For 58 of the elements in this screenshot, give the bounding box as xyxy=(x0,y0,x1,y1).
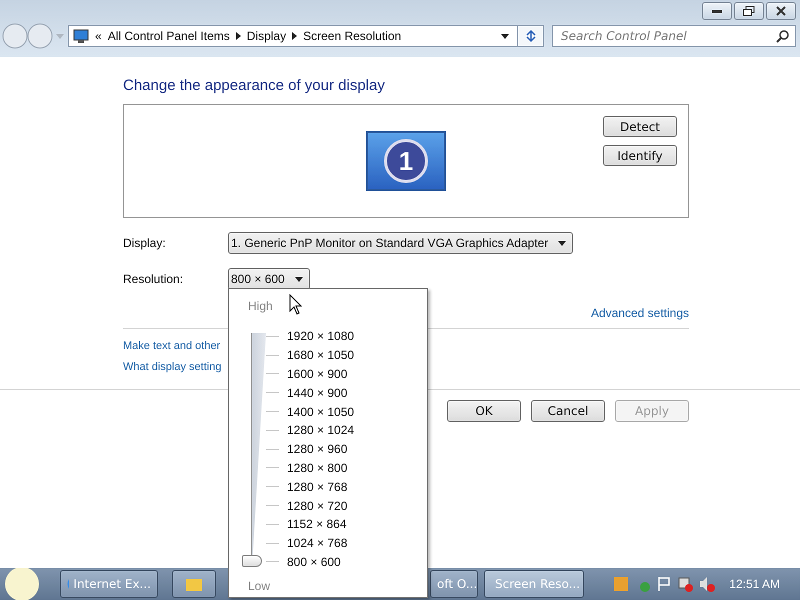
network-error-icon[interactable] xyxy=(677,576,694,592)
resolution-option[interactable]: 1280 × 960 xyxy=(287,442,348,456)
preview-action-button[interactable]: Identify xyxy=(603,145,677,166)
monitor-thumbnail[interactable]: 1 xyxy=(366,131,446,191)
flag-icon[interactable] xyxy=(657,576,672,592)
overflow-chevron[interactable]: « xyxy=(95,29,102,43)
dropdown-caret-icon[interactable] xyxy=(501,34,509,38)
speaker-muted-icon[interactable] xyxy=(699,576,716,592)
resolution-dropdown[interactable]: 800 × 600 xyxy=(228,268,310,290)
taskbar-button[interactable] xyxy=(172,570,216,598)
resolution-option[interactable]: 1920 × 1080 xyxy=(287,329,354,344)
resolution-option[interactable]: 1600 × 900 xyxy=(287,366,348,381)
resolution-option[interactable]: 1440 × 900 xyxy=(287,386,348,400)
resolution-option[interactable]: 1024 × 768 xyxy=(287,536,348,550)
resolution-slider-track[interactable] xyxy=(242,333,266,567)
resolution-option[interactable]: 1400 × 1050 xyxy=(287,404,354,419)
help-link[interactable]: What display setting xyxy=(123,361,222,373)
field-label: Resolution: xyxy=(123,272,184,286)
minimize-button[interactable] xyxy=(702,2,732,20)
restore-button[interactable] xyxy=(734,2,764,20)
resolution-option[interactable]: 1152 × 864 xyxy=(287,517,347,532)
field-label: Display: xyxy=(123,236,167,250)
mouse-cursor-icon xyxy=(289,294,303,316)
clock[interactable]: 12:51 AM xyxy=(729,577,780,591)
breadcrumb-arrow-icon[interactable] xyxy=(236,32,241,40)
page-heading: Change the appearance of your display xyxy=(123,77,386,94)
refresh-icon xyxy=(524,29,538,43)
advanced-settings-link[interactable]: Advanced settings xyxy=(590,306,689,320)
folder-icon xyxy=(185,576,203,592)
address-bar[interactable]: « All Control Panel Items Display Screen Resolution xyxy=(68,25,518,47)
refresh-button[interactable] xyxy=(518,25,544,47)
resolution-option[interactable]: 1280 × 768 xyxy=(287,480,348,494)
help-link[interactable]: Make text and other xyxy=(123,340,220,352)
resolution-option[interactable]: 800 × 600 xyxy=(287,554,341,569)
restore-icon xyxy=(743,6,755,16)
caret-icon xyxy=(558,240,566,246)
search-icon xyxy=(776,30,789,42)
minimize-icon xyxy=(712,9,722,13)
search-field[interactable]: Search Control Panel xyxy=(552,25,796,47)
dialog-button[interactable]: OK xyxy=(447,400,521,422)
slider-thumb[interactable] xyxy=(242,554,262,567)
dialog-button[interactable]: Cancel xyxy=(531,400,605,422)
close-icon xyxy=(776,6,786,16)
close-button[interactable] xyxy=(766,2,796,20)
breadcrumb[interactable]: Display xyxy=(246,29,286,43)
breadcrumb[interactable]: Screen Resolution xyxy=(303,29,402,43)
resolution-option[interactable]: 1280 × 800 xyxy=(287,460,348,475)
resolution-option[interactable]: 1280 × 1024 xyxy=(287,423,354,438)
breadcrumb[interactable]: All Control Panel Items xyxy=(108,29,230,43)
display-dropdown[interactable]: 1. Generic PnP Monitor on Standard VGA Graphics Adapter xyxy=(228,232,574,254)
low-label: Low xyxy=(248,579,270,594)
resolution-option[interactable]: 1280 × 720 xyxy=(287,498,348,513)
breadcrumb-arrow-icon[interactable] xyxy=(292,32,298,40)
monitor-icon xyxy=(73,29,89,43)
caret-icon xyxy=(294,276,303,282)
high-label: High xyxy=(248,299,273,313)
preview-action-button[interactable]: Detect xyxy=(603,116,677,137)
resolution-option[interactable]: 1680 × 1050 xyxy=(287,348,354,362)
